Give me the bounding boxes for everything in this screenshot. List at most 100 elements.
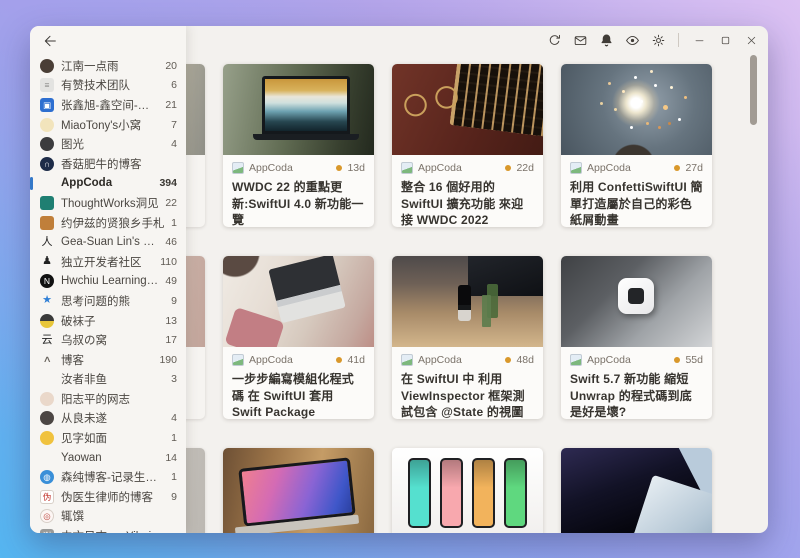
feed-label: 张鑫旭-鑫空间-鑫生活 bbox=[61, 99, 159, 112]
feed-icon: ★ bbox=[42, 294, 52, 307]
titlebar-toolbar bbox=[541, 27, 764, 53]
sidebar-item[interactable]: 图光 4 bbox=[30, 134, 186, 154]
feed-label: 破袜子 bbox=[61, 315, 96, 328]
sidebar-item[interactable]: 江南一点雨 20 bbox=[30, 56, 186, 76]
article-thumbnail bbox=[561, 64, 712, 155]
sidebar-item[interactable]: 云 乌叔の窝 17 bbox=[30, 330, 186, 350]
article-source: AppCoda bbox=[249, 354, 293, 366]
unread-count: 1 bbox=[171, 216, 177, 229]
unread-dot-icon bbox=[674, 165, 681, 171]
sidebar-item[interactable]: ◎ 辄馔 bbox=[30, 507, 186, 527]
feed-icon bbox=[40, 391, 54, 406]
feed-icon: ≡ bbox=[40, 78, 54, 93]
unread-count: 9 bbox=[171, 490, 177, 503]
article-age: 41d bbox=[347, 354, 365, 366]
article-info: AppCoda 13d WWDC 22 的重點更新:SwiftUI 4.0 新功… bbox=[223, 155, 374, 227]
feed-label: 从良未遂 bbox=[61, 413, 107, 426]
feed-icon bbox=[40, 372, 54, 386]
feed-icon bbox=[40, 215, 54, 230]
article-card[interactable]: AppCoda 55d Swift 5.7 新功能 縮短 Unwrap 的程式碼… bbox=[561, 256, 712, 419]
article-title: 在 SwiftUI 中 利用 ViewInspector 框架測試包含 @Sta… bbox=[401, 372, 525, 419]
article-meta: AppCoda 22d bbox=[401, 161, 534, 175]
article-card[interactable]: AppCoda 13d WWDC 22 的重點更新:SwiftUI 4.0 新功… bbox=[223, 64, 374, 227]
article-age: 22d bbox=[516, 162, 534, 174]
article-card[interactable] bbox=[561, 448, 712, 533]
sidebar-item[interactable]: ≡ 有赞技术团队 6 bbox=[30, 76, 186, 96]
sidebar-item[interactable]: ▣ 张鑫旭-鑫空间-鑫生活 21 bbox=[30, 95, 186, 115]
feed-icon bbox=[40, 431, 54, 446]
article-thumbnail bbox=[392, 256, 543, 347]
sidebar-item[interactable]: MiaoTony's小窝 7 bbox=[30, 115, 186, 135]
unread-count: 4 bbox=[171, 412, 177, 425]
feed-favicon-icon bbox=[401, 354, 413, 366]
view-icon bbox=[625, 33, 640, 48]
notifications-button[interactable] bbox=[593, 28, 619, 52]
sidebar-item[interactable]: ♟ 独立开发者社区 110 bbox=[30, 252, 186, 272]
article-thumbnail bbox=[223, 64, 374, 155]
sidebar-item[interactable]: 人 Gea-Suan Lin's BLOG 46 bbox=[30, 232, 186, 252]
feed-icon: 人 bbox=[41, 235, 53, 248]
feed-label: Yaowan bbox=[61, 451, 102, 464]
sidebar-item[interactable]: ★ 思考问题的熊 9 bbox=[30, 291, 186, 311]
feed-label: 阳志平的网志 bbox=[61, 393, 130, 406]
unread-count: 394 bbox=[159, 177, 177, 190]
sidebar-item[interactable]: Yaowan 14 bbox=[30, 448, 186, 468]
article-card[interactable]: AppCoda 27d 利用 ConfettiSwiftUI 簡單打造屬於自己的… bbox=[561, 64, 712, 227]
feed-icon bbox=[40, 451, 54, 465]
article-grid: AppCoda 13d WWDC 22 的重點更新:SwiftUI 4.0 新功… bbox=[223, 64, 712, 533]
minimize-button[interactable] bbox=[686, 28, 712, 52]
feed-label: 汝者非鱼 bbox=[61, 374, 107, 387]
article-card[interactable] bbox=[223, 448, 374, 533]
article-source: AppCoda bbox=[587, 162, 631, 174]
feed-label: 约伊兹的贤狼乡手札 bbox=[61, 217, 165, 230]
mark-all-read-button[interactable] bbox=[567, 28, 593, 52]
article-info: AppCoda 27d 利用 ConfettiSwiftUI 簡單打造屬於自己的… bbox=[561, 155, 712, 227]
feed-label: 乌叔の窝 bbox=[61, 335, 107, 348]
iphone-mockup bbox=[440, 458, 463, 528]
sidebar-item[interactable]: ∩ 香菇肥牛的博客 bbox=[30, 154, 186, 174]
article-card[interactable]: AppCoda 48d 在 SwiftUI 中 利用 ViewInspector… bbox=[392, 256, 543, 419]
sidebar-item[interactable]: 破袜子 13 bbox=[30, 311, 186, 331]
settings-icon bbox=[651, 33, 666, 48]
view-button[interactable] bbox=[619, 28, 645, 52]
notifications-icon bbox=[599, 33, 614, 48]
sidebar-item[interactable]: 谢 中文日志 on Yihui Xie | 谢益辉 bbox=[30, 526, 186, 533]
sidebar-item[interactable]: 见字如面 1 bbox=[30, 428, 186, 448]
article-card[interactable]: AppCoda 22d 整合 16 個好用的 SwiftUI 擴充功能 來迎接 … bbox=[392, 64, 543, 227]
feed-label: 中文日志 on Yihui Xie | 谢益辉 bbox=[61, 528, 171, 533]
unread-count: 110 bbox=[160, 255, 177, 268]
sidebar-item[interactable]: ∧ 博客 190 bbox=[30, 350, 186, 370]
feed-label: MiaoTony's小窝 bbox=[61, 119, 142, 132]
sidebar-item[interactable]: ◍ 森纯博客-记录生活和分享知识的... 1 bbox=[30, 467, 186, 487]
maximize-button[interactable] bbox=[712, 28, 738, 52]
collapse-chevron-icon: ∧ bbox=[42, 354, 52, 365]
sidebar-item[interactable]: 阳志平的网志 bbox=[30, 389, 186, 409]
sidebar-item[interactable]: 约伊兹的贤狼乡手札 1 bbox=[30, 213, 186, 233]
article-title: Swift 5.7 新功能 縮短 Unwrap 的程式碼到底是好是壞? bbox=[570, 372, 692, 419]
sidebar-item[interactable]: N Hwchiu Learning Note 49 bbox=[30, 272, 186, 292]
feed-icon: ◍ bbox=[40, 470, 54, 485]
article-thumbnail bbox=[223, 448, 374, 533]
sidebar-item[interactable]: 汝者非鱼 3 bbox=[30, 370, 186, 390]
sidebar-item[interactable]: ThoughtWorks洞见 22 bbox=[30, 193, 186, 213]
article-card[interactable]: AppCoda 41d 一步步編寫模組化程式碼 在 SwiftUI 套用 Swi… bbox=[223, 256, 374, 419]
sync-button[interactable] bbox=[541, 28, 567, 52]
article-card[interactable] bbox=[392, 448, 543, 533]
sidebar-item[interactable]: AppCoda 394 bbox=[30, 174, 186, 194]
back-button[interactable] bbox=[38, 29, 62, 53]
article-info: AppCoda 22d 整合 16 個好用的 SwiftUI 擴充功能 來迎接 … bbox=[392, 155, 543, 227]
iphone-mockup bbox=[504, 458, 527, 528]
close-icon bbox=[745, 34, 758, 47]
unread-dot-icon bbox=[505, 357, 512, 363]
settings-button[interactable] bbox=[645, 28, 671, 52]
sidebar-item[interactable]: 从良未遂 4 bbox=[30, 409, 186, 429]
minimize-icon bbox=[693, 34, 706, 47]
article-meta: AppCoda 13d bbox=[232, 161, 365, 175]
feed-label: ThoughtWorks洞见 bbox=[61, 197, 159, 210]
feed-icon bbox=[40, 195, 54, 210]
feed-label: Hwchiu Learning Note bbox=[61, 275, 159, 288]
close-button[interactable] bbox=[738, 28, 764, 52]
article-thumbnail bbox=[392, 64, 543, 155]
sidebar-item[interactable]: 伪 伪医生律师的博客 9 bbox=[30, 487, 186, 507]
scrollbar-thumb[interactable] bbox=[750, 55, 757, 125]
